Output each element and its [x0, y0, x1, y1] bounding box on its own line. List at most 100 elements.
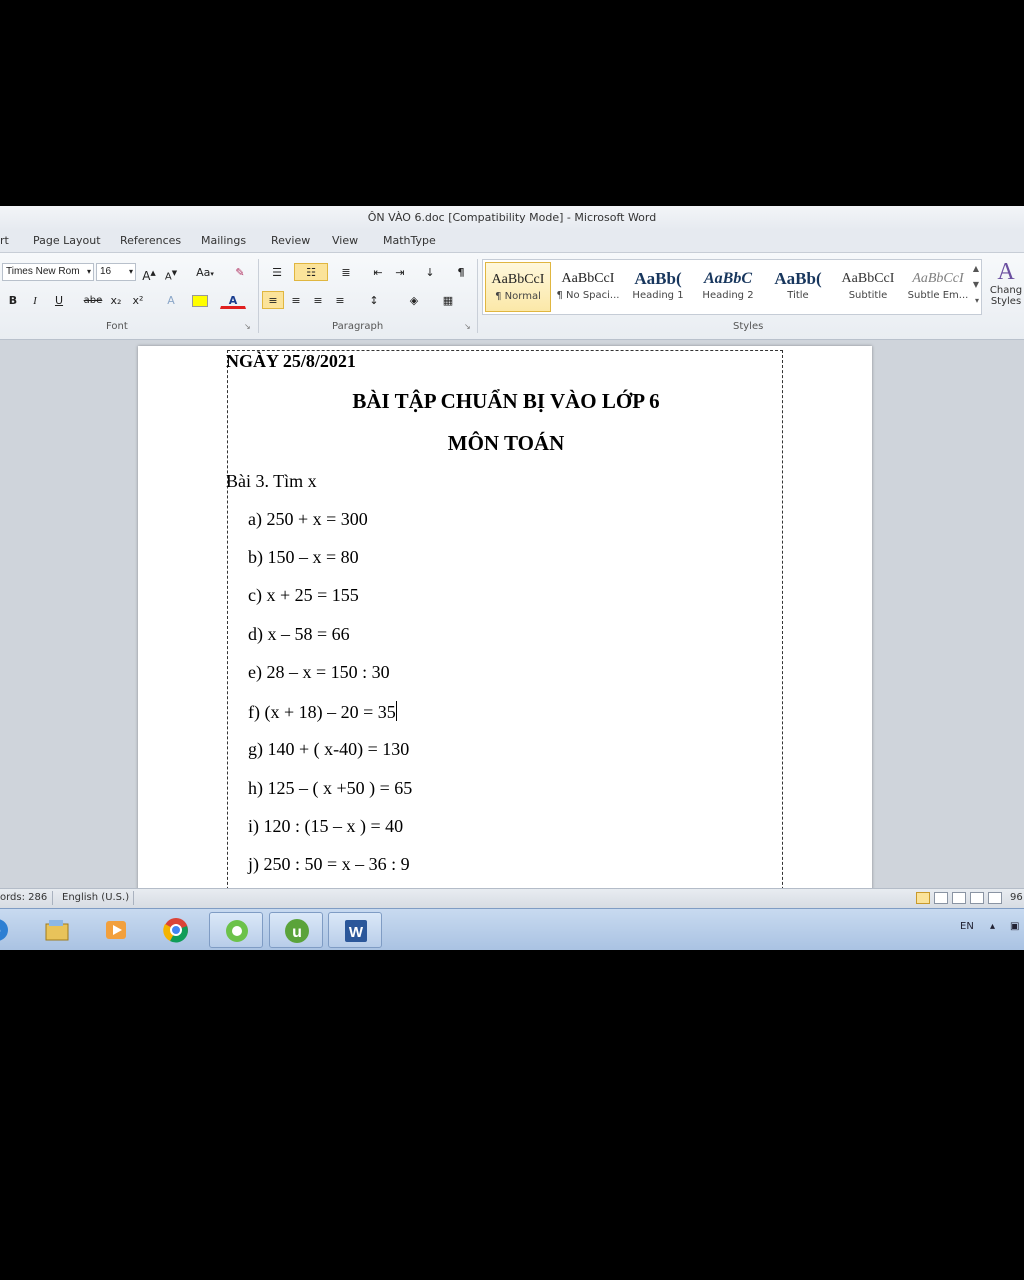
numbering-button[interactable]: ☷ — [294, 263, 328, 281]
draft-view-button[interactable] — [988, 892, 1002, 904]
align-right-button[interactable]: ≡ — [308, 291, 328, 309]
document-subject: MÔN TOÁN — [447, 431, 565, 455]
align-center-button[interactable]: ≡ — [286, 291, 306, 309]
print-layout-view-button[interactable] — [916, 892, 930, 904]
show-hide-formatting-button[interactable]: ¶ — [452, 263, 470, 281]
input-language[interactable]: EN — [960, 921, 974, 932]
status-divider — [52, 891, 53, 905]
sort-icon[interactable]: ↓ — [418, 263, 442, 281]
highlighter-icon — [192, 295, 208, 307]
highlight-color-button[interactable] — [188, 291, 212, 309]
text-box[interactable]: NGÀY 25/8/2021 BÀI TẬP CHUẨN BỊ VÀO LỚP … — [226, 350, 783, 888]
exercise-item: b) 150 – x = 80 — [248, 547, 359, 567]
change-styles-button[interactable]: A Chang Styles — [986, 259, 1024, 319]
gallery-scroll-up-icon[interactable]: ▲ — [973, 264, 979, 273]
font-name-combo[interactable]: Times New Rom ▾ — [2, 263, 94, 281]
shrink-font-button[interactable]: A▼ — [162, 263, 180, 283]
style-name: Heading 2 — [702, 290, 754, 301]
decrease-indent-icon[interactable]: ⇤ — [368, 263, 388, 281]
gallery-more-icon[interactable]: ▾ — [975, 296, 979, 305]
taskbar-ie[interactable]: e — [0, 912, 24, 948]
styles-group-label: Styles — [733, 321, 764, 332]
underline-button[interactable]: U — [48, 291, 70, 309]
grow-font-button[interactable]: A▲ — [140, 263, 158, 283]
tab-view[interactable]: View — [332, 234, 358, 247]
change-case-button[interactable]: Aa▾ — [192, 263, 218, 281]
text-effects-icon[interactable]: A — [160, 291, 182, 309]
style-title[interactable]: AaBb( Title — [765, 262, 831, 312]
shrink-font-glyph: A — [164, 271, 172, 283]
exercise-item: c) x + 25 = 155 — [248, 585, 359, 605]
tab-page-layout[interactable]: Page Layout — [33, 234, 101, 247]
exercise-item: a) 250 + x = 300 — [248, 509, 368, 529]
taskbar-explorer[interactable] — [30, 912, 84, 948]
style-normal[interactable]: AaBbCcI ¶ Normal — [485, 262, 551, 312]
change-styles-label: Styles — [990, 296, 1022, 307]
tray-app-icon[interactable]: ▣ — [1010, 921, 1019, 932]
style-name: ¶ No Spaci... — [556, 290, 620, 301]
subscript-button[interactable]: x₂ — [106, 291, 126, 309]
document-date: NGÀY 25/8/2021 — [226, 351, 356, 371]
change-styles-icon: A — [997, 259, 1015, 285]
language-indicator[interactable]: English (U.S.) — [62, 892, 129, 903]
change-case-glyph: Aa — [196, 266, 211, 279]
tab-review[interactable]: Review — [271, 234, 310, 247]
document-area[interactable]: NGÀY 25/8/2021 BÀI TẬP CHUẨN BỊ VÀO LỚP … — [0, 340, 1024, 888]
font-size-value: 16 — [100, 266, 112, 277]
document-page[interactable]: NGÀY 25/8/2021 BÀI TẬP CHUẨN BỊ VÀO LỚP … — [138, 346, 872, 888]
zoom-level[interactable]: 96 — [1010, 892, 1023, 903]
style-sample: AaBbCcI — [491, 272, 545, 287]
style-subtle-emphasis[interactable]: AaBbCcI Subtle Em... — [905, 262, 971, 312]
style-heading-2[interactable]: AaBbC Heading 2 — [695, 262, 761, 312]
taskbar-media-player[interactable] — [89, 912, 143, 948]
windows-taskbar: e u W EN ▴ ▣ — [0, 908, 1024, 950]
taskbar-green-app[interactable] — [209, 912, 263, 948]
style-subtitle[interactable]: AaBbCcI Subtitle — [835, 262, 901, 312]
exercise-item: i) 120 : (15 – x ) = 40 — [248, 816, 404, 836]
word-window: ÔN VÀO 6.doc [Compatibility Mode] - Micr… — [0, 206, 1024, 950]
tab-references[interactable]: References — [120, 234, 181, 247]
taskbar-chrome[interactable] — [149, 912, 203, 948]
taskbar-word[interactable]: W — [328, 912, 382, 948]
exercise-item: e) 28 – x = 150 : 30 — [248, 662, 390, 682]
paragraph-dialog-launcher-icon[interactable]: ↘ — [464, 322, 471, 331]
tab-insert[interactable]: rt — [0, 234, 9, 247]
line-spacing-icon[interactable]: ↕ — [360, 291, 388, 309]
style-sample: AaBb( — [634, 269, 682, 288]
font-dialog-launcher-icon[interactable]: ↘ — [244, 322, 251, 331]
style-name: ¶ Normal — [495, 291, 541, 302]
bullets-button[interactable]: ☰ — [264, 263, 290, 281]
gallery-scroll-down-icon[interactable]: ▼ — [973, 280, 979, 289]
exercise-heading: Bài 3. Tìm x — [226, 471, 317, 491]
shading-icon[interactable]: ◈ — [400, 291, 428, 309]
window-title: ÔN VÀO 6.doc [Compatibility Mode] - Micr… — [367, 211, 657, 224]
font-size-combo[interactable]: 16 ▾ — [96, 263, 136, 281]
word-icon: W — [345, 920, 367, 942]
tab-mathtype[interactable]: MathType — [383, 234, 436, 247]
clear-formatting-icon[interactable]: ✎ — [230, 263, 250, 281]
tab-mailings[interactable]: Mailings — [201, 234, 246, 247]
outline-view-button[interactable] — [970, 892, 984, 904]
bold-button[interactable]: B — [4, 291, 22, 309]
ribbon-tab-row: rt Page Layout References Mailings Revie… — [0, 230, 1024, 252]
style-no-spacing[interactable]: AaBbCcI ¶ No Spaci... — [555, 262, 621, 312]
style-heading-1[interactable]: AaBb( Heading 1 — [625, 262, 691, 312]
utorrent-icon: u — [285, 919, 309, 943]
style-sample: AaBbC — [703, 270, 752, 287]
strikethrough-button[interactable]: abe — [82, 291, 104, 309]
justify-button[interactable]: ≡ — [330, 291, 350, 309]
borders-icon[interactable]: ▦ — [434, 291, 462, 309]
increase-indent-icon[interactable]: ⇥ — [390, 263, 410, 281]
web-layout-button[interactable] — [952, 892, 966, 904]
align-left-button[interactable]: ≡ — [262, 291, 284, 309]
multilevel-list-button[interactable]: ≣ — [332, 263, 360, 281]
word-count[interactable]: ords: 286 — [0, 892, 47, 903]
font-color-button[interactable]: A — [220, 291, 246, 309]
full-screen-reading-button[interactable] — [934, 892, 948, 904]
exercise-item-active: f) (x + 18) – 20 = 35 — [248, 701, 397, 723]
exercise-item: g) 140 + ( x-40) = 130 — [248, 739, 410, 759]
superscript-button[interactable]: x² — [128, 291, 148, 309]
taskbar-utorrent[interactable]: u — [269, 912, 323, 948]
tray-expand-icon[interactable]: ▴ — [990, 921, 995, 932]
italic-button[interactable]: I — [26, 291, 44, 309]
